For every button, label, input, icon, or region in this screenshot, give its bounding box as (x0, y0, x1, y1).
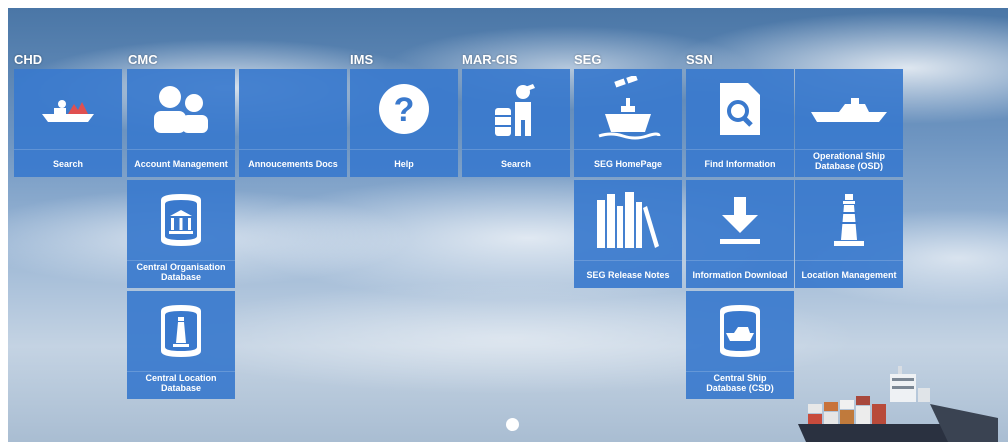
file-search-icon (686, 69, 794, 149)
group-label-ssn: SSN (686, 52, 713, 67)
tile-label: SEG HomePage (574, 149, 682, 177)
tile-label: SEG Release Notes (574, 260, 682, 288)
database-lighthouse-icon (127, 291, 235, 371)
person-barrel-icon (462, 69, 570, 149)
tile-seg-homepage[interactable]: SEG HomePage (574, 69, 682, 177)
tile-label: Account Management (127, 149, 235, 177)
satellite-ship-icon (574, 69, 682, 149)
tile-label: Operational Ship Database (OSD) (795, 149, 903, 177)
tile-information-download[interactable]: Information Download (686, 180, 794, 288)
tile-central-ship-database[interactable]: Central Ship Database (CSD) (686, 291, 794, 399)
tile-seg-release-notes[interactable]: SEG Release Notes (574, 180, 682, 288)
lighthouse-icon (795, 180, 903, 260)
tile-announcements-docs[interactable]: Annoucements Docs (239, 69, 347, 177)
group-label-seg: SEG (574, 52, 602, 67)
tile-label: Search (462, 149, 570, 177)
tile-label: Central Organisation Database (127, 260, 235, 288)
tile-central-location-database[interactable]: Central Location Database (127, 291, 235, 399)
ship-icon (795, 69, 903, 149)
tile-label: Information Download (686, 260, 794, 288)
tile-central-organisation-database[interactable]: Central Organisation Database (127, 180, 235, 288)
question-icon: ? (350, 69, 458, 149)
tile-label: Annoucements Docs (239, 149, 347, 177)
tile-mar-cis-search[interactable]: Search (462, 69, 570, 177)
tile-label: Central Ship Database (CSD) (686, 371, 794, 399)
tile-find-information[interactable]: Find Information (686, 69, 794, 177)
group-label-mar-cis: MAR-CIS (462, 52, 518, 67)
container-ship-image (798, 366, 998, 442)
group-label-ims: IMS (350, 52, 374, 67)
group-label-chd: CHD (14, 52, 43, 67)
database-ship-icon (686, 291, 794, 371)
group-label-cmc: CMC (128, 52, 158, 67)
database-building-icon (127, 180, 235, 260)
tile-chd-search[interactable]: Search (14, 69, 122, 177)
books-icon (574, 180, 682, 260)
blank-icon (239, 69, 347, 149)
tile-label: Location Management (795, 260, 903, 288)
ship-search-icon (14, 69, 122, 149)
svg-text:?: ? (394, 91, 415, 129)
tile-label: Search (14, 149, 122, 177)
tile-help[interactable]: ? Help (350, 69, 458, 177)
tile-location-management[interactable]: Location Management (795, 180, 903, 288)
download-icon (686, 180, 794, 260)
launchpad-background: CHD CMC IMS MAR-CIS SEG SSN Search Accou… (8, 8, 1008, 442)
carousel-dot-active[interactable] (506, 418, 519, 431)
users-icon (127, 69, 235, 149)
tile-label: Central Location Database (127, 371, 235, 399)
tile-label: Help (350, 149, 458, 177)
tile-operational-ship-database[interactable]: Operational Ship Database (OSD) (795, 69, 903, 177)
tile-account-management[interactable]: Account Management (127, 69, 235, 177)
tile-label: Find Information (686, 149, 794, 177)
